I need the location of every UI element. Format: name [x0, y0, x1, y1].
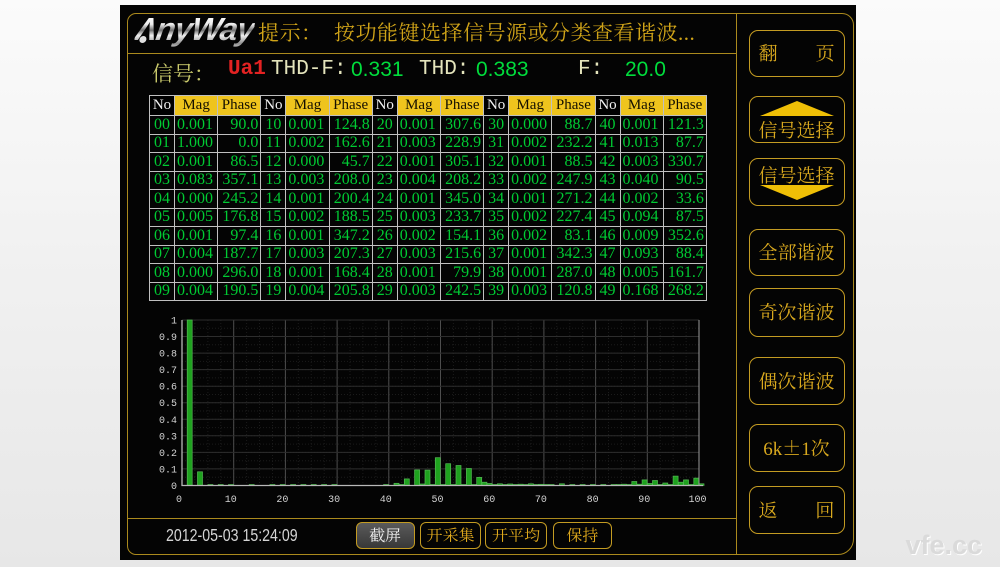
svg-text:1: 1	[171, 317, 177, 328]
svg-text:80: 80	[587, 495, 599, 506]
svg-text:0.3: 0.3	[159, 432, 177, 443]
svg-text:0.9: 0.9	[159, 333, 177, 344]
svg-text:60: 60	[483, 495, 495, 506]
svg-text:90: 90	[638, 495, 650, 506]
svg-text:20: 20	[276, 495, 288, 506]
svg-text:0: 0	[171, 482, 177, 493]
svg-text:0.8: 0.8	[159, 350, 177, 361]
svg-text:0.6: 0.6	[159, 383, 177, 394]
svg-text:0.1: 0.1	[159, 466, 177, 477]
svg-text:30: 30	[328, 495, 340, 506]
svg-text:0.5: 0.5	[159, 399, 177, 410]
svg-text:10: 10	[225, 495, 237, 506]
svg-text:50: 50	[431, 495, 443, 506]
svg-text:0.7: 0.7	[159, 366, 177, 377]
svg-text:100: 100	[688, 495, 706, 506]
svg-text:40: 40	[380, 495, 392, 506]
svg-text:0.4: 0.4	[159, 416, 177, 427]
svg-text:0.2: 0.2	[159, 449, 177, 460]
svg-text:70: 70	[535, 495, 547, 506]
svg-text:0: 0	[176, 495, 182, 506]
